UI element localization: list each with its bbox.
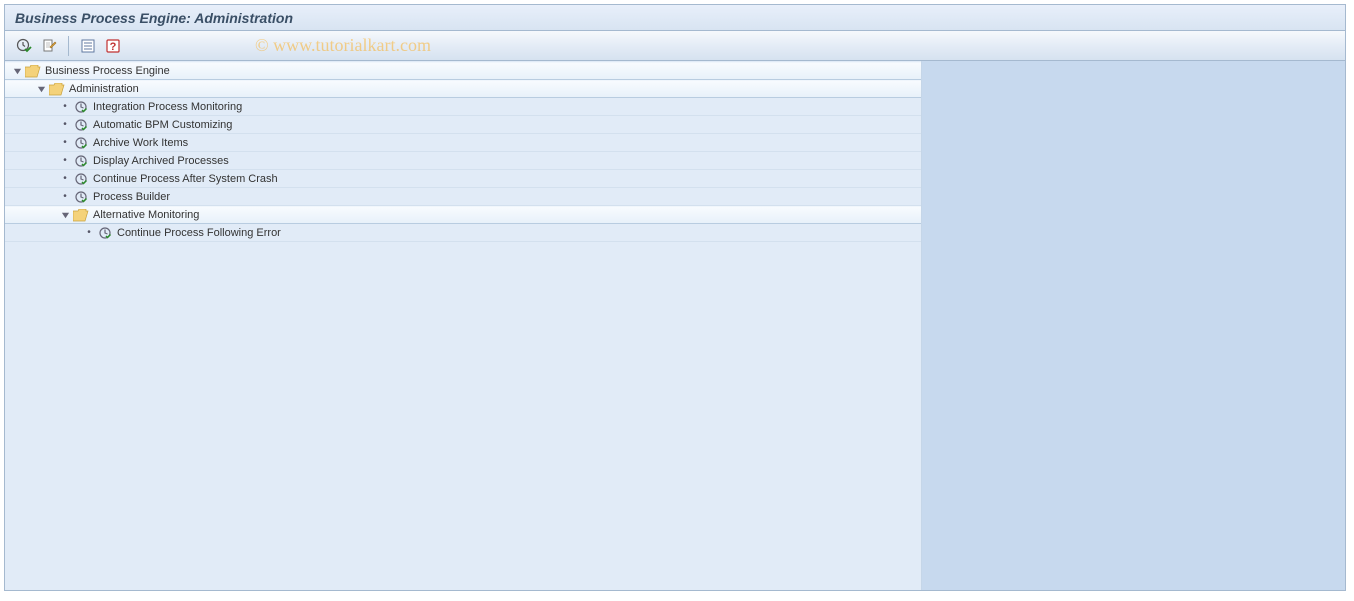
expander-icon[interactable]	[35, 83, 47, 95]
activity-icon	[73, 118, 89, 132]
bullet-icon: •	[59, 101, 71, 112]
bullet-icon: •	[59, 191, 71, 202]
tree-label: Administration	[69, 83, 139, 95]
title-bar: Business Process Engine: Administration	[5, 5, 1345, 31]
list-icon	[80, 38, 96, 54]
page-title: Business Process Engine: Administration	[15, 10, 293, 26]
tree-panel: Business Process Engine Administration •	[5, 61, 922, 590]
folder-open-icon	[73, 208, 89, 222]
watermark-text: © www.tutorialkart.com	[255, 35, 431, 56]
tree-item[interactable]: • Display Archived Processes	[5, 152, 921, 170]
tree-item[interactable]: • Integration Process Monitoring	[5, 98, 921, 116]
tree-item[interactable]: • Continue Process After System Crash	[5, 170, 921, 188]
content-area: Business Process Engine Administration •	[5, 61, 1345, 590]
bullet-icon: •	[59, 173, 71, 184]
tree-item[interactable]: • Archive Work Items	[5, 134, 921, 152]
window-frame: Business Process Engine: Administration	[4, 4, 1346, 591]
bullet-icon: •	[83, 227, 95, 238]
bullet-icon: •	[59, 119, 71, 130]
list-button[interactable]	[77, 35, 99, 57]
tree-item[interactable]: • Automatic BPM Customizing	[5, 116, 921, 134]
clock-checkmark-icon	[16, 38, 32, 54]
tree-label: Continue Process Following Error	[117, 227, 281, 239]
document-button[interactable]	[38, 35, 60, 57]
tree-label: Business Process Engine	[45, 65, 170, 77]
bullet-icon: •	[59, 155, 71, 166]
tree-label: Process Builder	[93, 191, 170, 203]
activity-icon	[73, 190, 89, 204]
document-edit-icon	[41, 38, 57, 54]
tree-label: Automatic BPM Customizing	[93, 119, 232, 131]
activity-icon	[97, 226, 113, 240]
activity-icon	[73, 136, 89, 150]
activity-icon	[73, 154, 89, 168]
folder-open-icon	[25, 64, 41, 78]
svg-text:?: ?	[110, 41, 117, 53]
help-icon: ?	[105, 38, 121, 54]
tree: Business Process Engine Administration •	[5, 61, 921, 243]
tree-node-alternative-monitoring[interactable]: Alternative Monitoring	[5, 206, 921, 224]
right-empty-panel	[922, 61, 1345, 590]
expander-icon[interactable]	[59, 209, 71, 221]
toolbar: ? © www.tutorialkart.com	[5, 31, 1345, 61]
tree-label: Display Archived Processes	[93, 155, 229, 167]
expander-icon[interactable]	[11, 65, 23, 77]
tree-label: Archive Work Items	[93, 137, 188, 149]
tree-item[interactable]: • Continue Process Following Error	[5, 224, 921, 242]
bullet-icon: •	[59, 137, 71, 148]
tree-label: Alternative Monitoring	[93, 209, 199, 221]
tree-label: Integration Process Monitoring	[93, 101, 242, 113]
tree-node-root[interactable]: Business Process Engine	[5, 62, 921, 80]
help-button[interactable]: ?	[102, 35, 124, 57]
activity-icon	[73, 100, 89, 114]
tree-node-administration[interactable]: Administration	[5, 80, 921, 98]
folder-open-icon	[49, 82, 65, 96]
tree-label: Continue Process After System Crash	[93, 173, 278, 185]
toolbar-separator	[68, 36, 69, 56]
activity-icon	[73, 172, 89, 186]
tree-item[interactable]: • Process Builder	[5, 188, 921, 206]
execute-button[interactable]	[13, 35, 35, 57]
